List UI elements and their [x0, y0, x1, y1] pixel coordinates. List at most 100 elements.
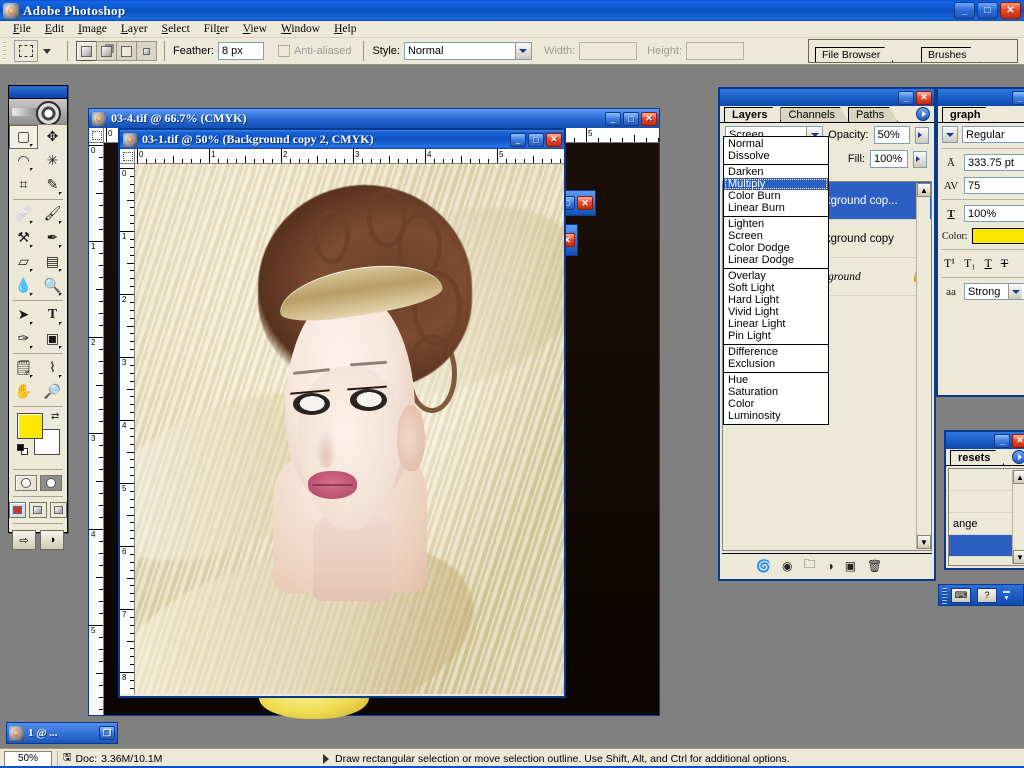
new-adjustment-layer-button[interactable]: ◑	[826, 559, 833, 573]
layers-palette-close-button[interactable]: ✕	[916, 90, 932, 105]
tool-zoom[interactable]: 🔎	[38, 380, 67, 404]
blend-option-vivid-light[interactable]: Vivid Light	[724, 306, 828, 318]
blend-option-linear-light[interactable]: Linear Light	[724, 318, 828, 330]
menu-help[interactable]: Help	[327, 22, 363, 36]
tool-presets-menu-icon[interactable]	[1012, 450, 1024, 464]
tool-clone-stamp[interactable]: ⚒	[9, 226, 38, 250]
width-input[interactable]	[579, 42, 638, 60]
minimize-button[interactable]: _	[954, 2, 975, 19]
restore-button[interactable]: ❐	[99, 726, 115, 740]
delete-layer-button[interactable]: 🗑	[867, 559, 882, 573]
blend-option-multiply[interactable]: Multiply	[724, 178, 828, 190]
tool-healing-brush[interactable]: 🩹	[9, 202, 38, 226]
blend-option-luminosity[interactable]: Luminosity	[724, 410, 828, 422]
blend-option-pin-light[interactable]: Pin Light	[724, 330, 828, 342]
menu-image[interactable]: Image	[71, 22, 114, 36]
menu-layer[interactable]: Layer	[114, 22, 155, 36]
leading-input[interactable]: 333.75 pt	[964, 154, 1024, 171]
subtract-from-selection-button[interactable]	[116, 41, 137, 61]
tab-paragraph[interactable]: graph	[942, 107, 995, 122]
menu-view[interactable]: View	[236, 22, 274, 36]
tool-brush[interactable]: 🖌	[38, 202, 67, 226]
tab-layers[interactable]: Layers	[724, 107, 781, 122]
tool-rectangle-shape[interactable]: ▣	[38, 327, 67, 351]
full-screen-mode-button[interactable]	[49, 502, 67, 518]
blend-option-screen[interactable]: Screen	[724, 230, 828, 242]
blend-option-overlay[interactable]: Overlay	[724, 270, 828, 282]
subscript-button[interactable]: T₁	[964, 256, 976, 271]
layers-palette-titlebar[interactable]: _ ✕	[720, 89, 934, 106]
mini-dock-grip[interactable]	[942, 588, 947, 604]
tab-channels[interactable]: Channels	[780, 107, 848, 122]
tool-magic-wand[interactable]: ✳	[38, 149, 67, 173]
anti-aliasing-select[interactable]: Strong	[964, 283, 1024, 300]
tool-path-selection[interactable]: ➤	[9, 303, 38, 327]
style-chevron-down-icon[interactable]	[514, 43, 531, 59]
foreground-color-swatch[interactable]	[17, 413, 43, 439]
scroll-up-icon[interactable]: ▲	[917, 183, 931, 197]
layer-list-scrollbar[interactable]: ▲ ▼	[916, 183, 931, 549]
zoom-level-input[interactable]: 50%	[4, 750, 52, 767]
menu-window[interactable]: Window	[274, 22, 327, 36]
jump-to-other-button[interactable]: ◑	[40, 530, 64, 550]
tool-gradient[interactable]: ▤	[38, 250, 67, 274]
anti-aliasing-chevron-down-icon[interactable]	[1008, 284, 1022, 299]
doc-minimize-button[interactable]: _	[605, 111, 621, 126]
layers-palette-menu-icon[interactable]	[916, 107, 930, 121]
tool-type[interactable]: T	[38, 303, 67, 327]
layer-mask-button[interactable]: ◉	[782, 559, 792, 573]
close-button[interactable]: ✕	[1000, 2, 1021, 19]
layer-style-button[interactable]: 🌀	[756, 559, 771, 573]
blend-option-hard-light[interactable]: Hard Light	[724, 294, 828, 306]
font-family-chevron-down-icon[interactable]	[942, 126, 958, 143]
new-layer-button[interactable]: ▣	[845, 559, 856, 573]
tool-eraser[interactable]: ▱	[9, 250, 38, 274]
standard-screen-mode-button[interactable]	[9, 502, 27, 518]
blend-mode-dropdown[interactable]: Normal Dissolve Darken Multiply Color Bu…	[723, 136, 829, 425]
jump-to-imageready-button[interactable]: ⇨	[12, 530, 36, 550]
tool-presets-titlebar[interactable]: _ ✕	[946, 432, 1024, 449]
minimized-document-window[interactable]: 1 @ ... ❐	[6, 722, 118, 744]
document-info[interactable]: 🖫 Doc: 3.36M/10.1M	[63, 750, 323, 767]
tool-crop[interactable]: ⌗	[9, 173, 38, 197]
blend-option-lighten[interactable]: Lighten	[724, 218, 828, 230]
blend-option-hue[interactable]: Hue	[724, 374, 828, 386]
menu-edit[interactable]: Edit	[38, 22, 71, 36]
doc-maximize-button[interactable]: □	[623, 111, 639, 126]
layers-palette-minimize-button[interactable]: _	[898, 90, 914, 105]
menu-file[interactable]: FFileile	[6, 22, 38, 36]
strikethrough-button[interactable]: T	[1001, 256, 1008, 271]
blend-option-color-burn[interactable]: Color Burn	[724, 190, 828, 202]
doc-close-button[interactable]: ✕	[641, 111, 657, 126]
current-tool-icon[interactable]	[14, 40, 38, 62]
font-style-select[interactable]: Regular	[962, 126, 1024, 143]
toolbox-titlebar[interactable]	[9, 86, 67, 99]
tool-presets-list[interactable]: ange ▲ ▼	[948, 468, 1024, 566]
blend-option-color[interactable]: Color	[724, 398, 828, 410]
default-colors-icon[interactable]	[17, 444, 28, 455]
doc-minimize-button[interactable]: _	[510, 132, 526, 147]
blend-option-darken[interactable]: Darken	[724, 166, 828, 178]
text-color-swatch[interactable]	[971, 228, 1024, 244]
height-input[interactable]	[686, 42, 745, 60]
scroll-down-icon[interactable]: ▼	[917, 535, 931, 549]
blend-option-color-dodge[interactable]: Color Dodge	[724, 242, 828, 254]
character-palette-titlebar[interactable]: _	[938, 89, 1024, 106]
feather-input[interactable]: 8 px	[217, 42, 264, 60]
tool-presets-minimize-button[interactable]: _	[994, 433, 1010, 448]
fill-input[interactable]: 100%	[870, 150, 908, 168]
palette-well-tab-brushes[interactable]: Brushes	[921, 47, 980, 62]
scroll-down-icon[interactable]: ▼	[1013, 550, 1024, 564]
tool-move[interactable]: ✥	[38, 125, 67, 149]
tracking-input[interactable]: 75	[964, 177, 1024, 194]
scroll-up-icon[interactable]: ▲	[1013, 470, 1024, 484]
mini-dock-spinner-icon[interactable]: ▬ ▼	[1003, 588, 1010, 602]
vertical-scale-input[interactable]: 100%	[964, 205, 1024, 222]
tool-hand[interactable]: ✋	[9, 380, 38, 404]
anti-aliased-checkbox[interactable]	[277, 45, 290, 57]
blend-option-dissolve[interactable]: Dissolve	[724, 150, 828, 162]
superscript-button[interactable]: T¹	[944, 256, 955, 271]
tool-eyedropper[interactable]: ⌇	[38, 356, 67, 380]
opacity-input[interactable]: 50%	[873, 126, 911, 144]
new-selection-button[interactable]	[76, 41, 97, 61]
